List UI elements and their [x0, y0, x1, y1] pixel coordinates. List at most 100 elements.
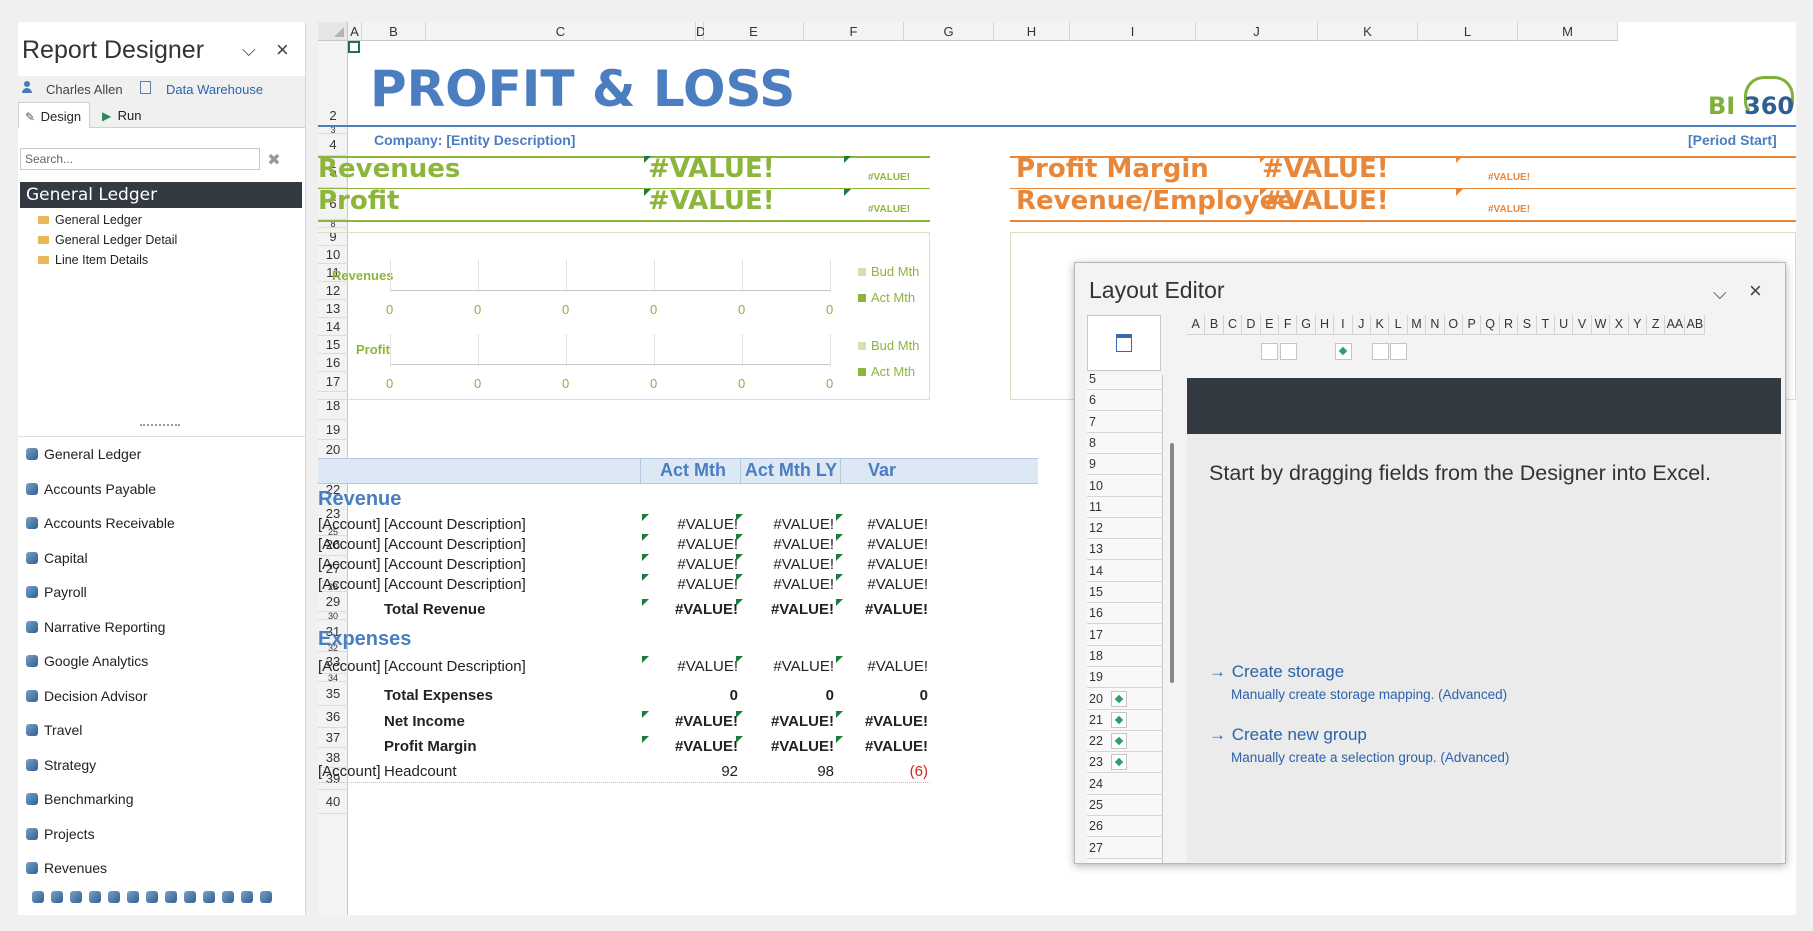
column-header[interactable]: M [1518, 22, 1618, 41]
layout-column-header[interactable]: W [1591, 315, 1611, 335]
layout-column-header[interactable]: Q [1481, 315, 1500, 335]
column-header[interactable]: A [348, 22, 362, 41]
module-item[interactable]: Revenues [18, 851, 305, 886]
account-description[interactable]: [Account Description] [384, 658, 526, 675]
create-group-link[interactable]: → Create new group [1209, 725, 1367, 745]
layout-column-header[interactable]: Z [1647, 315, 1666, 335]
total-revenue-value[interactable]: #VALUE! [742, 601, 834, 618]
layout-row-header[interactable]: 11 [1087, 497, 1163, 518]
account-description[interactable]: [Account Description] [384, 536, 526, 553]
total-expenses-value[interactable]: 0 [742, 687, 834, 704]
layout-column-header[interactable]: N [1426, 315, 1445, 335]
layout-column-header[interactable]: AB [1685, 315, 1706, 335]
row-header[interactable]: 40 [318, 790, 348, 814]
tree-header[interactable]: General Ledger [20, 182, 302, 208]
profit-margin-value[interactable]: #VALUE! [648, 738, 738, 755]
layout-column-cell[interactable] [1334, 343, 1352, 360]
layout-row-header[interactable]: 10 [1087, 476, 1163, 497]
revenue-row-value[interactable]: #VALUE! [742, 556, 834, 573]
layout-row-header[interactable]: 27 [1087, 838, 1163, 859]
row-header[interactable]: 30 [318, 612, 348, 621]
layout-row-header[interactable]: 26 [1087, 816, 1163, 838]
layout-row-header[interactable]: 14 [1087, 561, 1163, 582]
layout-column-header[interactable]: T [1536, 315, 1555, 335]
module-item[interactable]: Projects [18, 817, 305, 852]
kpi-profit-margin-value[interactable]: #VALUE! [1262, 154, 1389, 184]
layout-row-header[interactable]: 6 [1087, 390, 1163, 412]
module-item[interactable]: Strategy [18, 748, 305, 783]
cube-icon[interactable] [108, 891, 120, 903]
cube-icon[interactable] [89, 891, 101, 903]
revenue-row-value[interactable]: #VALUE! [648, 516, 738, 533]
net-income-value[interactable]: #VALUE! [842, 713, 928, 730]
net-income-value[interactable]: #VALUE! [742, 713, 834, 730]
layout-column-header[interactable]: P [1463, 315, 1482, 335]
column-header[interactable]: J [1196, 22, 1318, 41]
account-description[interactable]: [Account Description] [384, 556, 526, 573]
layout-column-header[interactable]: S [1518, 315, 1537, 335]
chevron-down-icon[interactable]: ⌵ [1713, 283, 1727, 304]
column-header[interactable]: L [1418, 22, 1518, 41]
cube-icon[interactable] [260, 891, 272, 903]
period-label[interactable]: [Period Start] [1688, 132, 1777, 148]
module-item[interactable]: Benchmarking [18, 782, 305, 817]
close-icon[interactable]: × [1749, 278, 1762, 304]
cube-icon[interactable] [222, 891, 234, 903]
column-header[interactable]: D [696, 22, 705, 41]
tab-design[interactable]: ✎ Design [18, 102, 90, 128]
clear-search-icon[interactable]: ✖ [264, 150, 284, 170]
module-item[interactable]: Travel [18, 713, 305, 748]
revenue-row-value[interactable]: #VALUE! [648, 576, 738, 593]
layout-row-header[interactable]: 23 [1087, 752, 1163, 774]
cube-icon[interactable] [127, 891, 139, 903]
row-header[interactable]: 2 [318, 106, 348, 126]
module-item[interactable]: Payroll [18, 575, 305, 610]
layout-row-header[interactable]: 19 [1087, 667, 1163, 689]
column-header[interactable]: B [362, 22, 426, 41]
total-revenue-value[interactable]: #VALUE! [648, 601, 738, 618]
module-item[interactable]: Decision Advisor [18, 679, 305, 714]
column-header[interactable]: E [704, 22, 804, 41]
pane-splitter[interactable] [140, 424, 180, 428]
revenue-row-value[interactable]: #VALUE! [842, 576, 928, 593]
tree-item[interactable]: Line Item Details [18, 250, 305, 270]
kpi-profit-value[interactable]: #VALUE! [648, 186, 775, 216]
column-header[interactable]: C [426, 22, 696, 41]
layout-row-header[interactable]: 16 [1087, 603, 1163, 625]
layout-column-header[interactable]: I [1334, 315, 1353, 335]
kpi-revenues-small[interactable]: #VALUE! [868, 172, 910, 183]
layout-column-header[interactable]: G [1297, 315, 1316, 335]
cube-icon[interactable] [203, 891, 215, 903]
module-item[interactable]: Accounts Receivable [18, 506, 305, 541]
search-input[interactable]: Search... [20, 148, 260, 170]
scrollbar[interactable] [1170, 443, 1174, 683]
layout-column-header[interactable]: K [1371, 315, 1390, 335]
company-label[interactable]: Company: [Entity Description] [374, 132, 575, 148]
cube-icon[interactable] [165, 891, 177, 903]
layout-column-header[interactable]: V [1573, 315, 1592, 335]
layout-row-header[interactable]: 17 [1087, 625, 1163, 646]
revenue-row-value[interactable]: #VALUE! [648, 556, 738, 573]
expense-row-value[interactable]: #VALUE! [742, 658, 834, 675]
layout-row-header[interactable]: 12 [1087, 518, 1163, 540]
kpi-rev-employee-small[interactable]: #VALUE! [1488, 204, 1530, 215]
module-item[interactable]: Accounts Payable [18, 472, 305, 507]
layout-row-header[interactable]: 25 [1087, 795, 1163, 816]
column-header[interactable]: G [904, 22, 994, 41]
layout-column-header[interactable]: Y [1628, 315, 1647, 335]
revenue-row-value[interactable]: #VALUE! [842, 536, 928, 553]
account-code[interactable]: [Account] [318, 576, 381, 593]
kpi-profit-small[interactable]: #VALUE! [868, 204, 910, 215]
row-header[interactable]: 4 [318, 134, 348, 156]
layout-column-cell[interactable] [1279, 343, 1297, 360]
layout-row-header[interactable]: 5 [1087, 369, 1163, 390]
layout-row-cell[interactable] [1111, 754, 1127, 771]
tab-run[interactable]: ▶ Run [96, 102, 156, 128]
row-header[interactable]: 35 [318, 682, 348, 706]
kpi-profit-margin-small[interactable]: #VALUE! [1488, 172, 1530, 183]
user-name[interactable]: Charles Allen [46, 82, 123, 97]
expense-row-value[interactable]: #VALUE! [842, 658, 928, 675]
sheet-selector[interactable] [1087, 315, 1161, 371]
row-header[interactable]: 36 [318, 706, 348, 728]
layout-column-header[interactable]: D [1242, 315, 1261, 335]
